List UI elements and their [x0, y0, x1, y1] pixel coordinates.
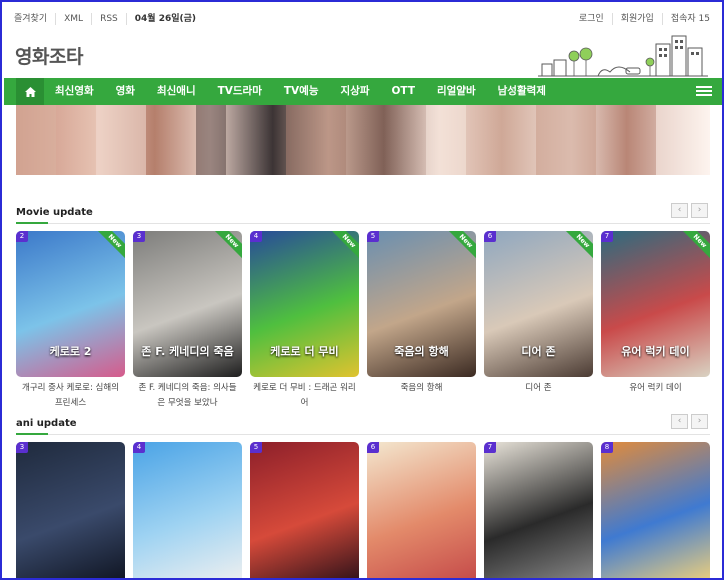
new-ribbon: New — [328, 231, 359, 262]
poster-image[interactable]: 6 New 디어 존 — [484, 231, 593, 377]
ani-section-title: ani update — [16, 418, 77, 429]
home-icon — [24, 86, 36, 97]
nav-item-ott[interactable]: OTT — [380, 78, 426, 105]
poster-title-art: 케로로 2 — [49, 345, 92, 358]
bookmark-link[interactable]: 즐겨찾기 — [14, 13, 57, 25]
current-date: 04월 26일(금) — [134, 14, 197, 24]
new-ribbon: New — [679, 231, 710, 262]
rank-badge: 3 — [133, 231, 145, 242]
card-title[interactable]: 개구리 중사 케로로: 심해의 프린세스 — [16, 381, 125, 411]
new-ribbon: New — [211, 231, 242, 262]
poster-image[interactable]: 7 — [484, 442, 593, 578]
ani-next-button[interactable]: › — [691, 414, 708, 429]
poster-image[interactable]: 7 New 유어 럭키 데이 — [601, 231, 710, 377]
login-link[interactable]: 로그인 — [579, 13, 613, 25]
poster-image[interactable]: 3 — [16, 442, 125, 578]
movie-card[interactable]: 4 New 케로로 더 무비케로로 더 무비 : 드래곤 워리어 — [250, 231, 359, 411]
poster-image[interactable]: 3 New 존 F. 케네디의 죽음 — [133, 231, 242, 377]
nav-item-supplement[interactable]: 남성활력제 — [487, 78, 557, 105]
ani-card[interactable]: 6 — [367, 442, 476, 578]
rank-badge: 4 — [250, 231, 262, 242]
poster-image[interactable]: 5 — [250, 442, 359, 578]
nav-item-latest-movies[interactable]: 최신영화 — [44, 78, 105, 105]
ani-pager: ‹ › — [668, 414, 708, 429]
movie-card[interactable]: 6 New 디어 존 디어 존 — [484, 231, 593, 411]
rank-badge: 7 — [601, 231, 613, 242]
ani-prev-button[interactable]: ‹ — [671, 414, 688, 429]
movie-card[interactable]: 2 New 케로로 2 개구리 중사 케로로: 심해의 프린세스 — [16, 231, 125, 411]
movie-card[interactable]: 3 New 존 F. 케네디의 죽음존 F. 케네디의 죽음: 의사들은 무엇을 보… — [133, 231, 242, 411]
new-ribbon: New — [445, 231, 476, 262]
ani-card-row: 3 4 5 6 7 8 — [16, 442, 710, 578]
movie-section-divider — [16, 222, 710, 224]
city-illustration — [538, 35, 708, 77]
ad-banner[interactable] — [16, 105, 710, 175]
signup-link[interactable]: 회원가입 — [613, 13, 663, 25]
movie-card-row: 2 New 케로로 2 개구리 중사 케로로: 심해의 프린세스 3 New 존 F. 케네… — [16, 231, 710, 411]
poster-title-art: 케로로 더 무비 — [270, 345, 339, 358]
xml-link[interactable]: XML — [56, 13, 93, 25]
top-utility-bar: 즐겨찾기 XML RSS 04월 26일(금) 로그인 회원가입 접속자 15 — [2, 2, 722, 36]
poster-image[interactable]: 6 — [367, 442, 476, 578]
browser-frame: 즐겨찾기 XML RSS 04월 26일(금) 로그인 회원가입 접속자 15 … — [0, 0, 724, 580]
poster-image[interactable]: 4 — [133, 442, 242, 578]
movie-next-button[interactable]: › — [691, 203, 708, 218]
card-title[interactable]: 케로로 더 무비 : 드래곤 워리어 — [250, 381, 359, 411]
rank-badge: 5 — [367, 231, 379, 242]
rank-badge: 6 — [484, 231, 496, 242]
rank-badge: 6 — [367, 442, 379, 453]
new-ribbon: New — [562, 231, 593, 262]
poster-image[interactable]: 2 New 케로로 2 — [16, 231, 125, 377]
movie-card[interactable]: 7 New 유어 럭키 데이 유어 럭키 데이 — [601, 231, 710, 411]
movie-pager: ‹ › — [668, 203, 708, 218]
visitor-count[interactable]: 접속자 15 — [663, 13, 710, 25]
card-title[interactable]: 존 F. 케네디의 죽음: 의사들은 무엇을 보았나 — [133, 381, 242, 411]
ani-card[interactable]: 4 — [133, 442, 242, 578]
new-ribbon: New — [94, 231, 125, 262]
main-nav: 최신영화 영화 최신애니 TV드라마 TV예능 지상파 OTT 리얼얄바 남성활… — [4, 78, 722, 105]
nav-item-movies[interactable]: 영화 — [105, 78, 146, 105]
movie-prev-button[interactable]: ‹ — [671, 203, 688, 218]
hamburger-icon[interactable] — [696, 84, 712, 98]
poster-title-art: 죽음의 항해 — [394, 345, 449, 358]
top-left-links: 즐겨찾기 XML RSS 04월 26일(금) — [14, 13, 196, 25]
card-title[interactable]: 죽음의 항해 — [367, 381, 476, 396]
rss-link[interactable]: RSS — [92, 13, 127, 25]
nav-item-tv-drama[interactable]: TV드라마 — [207, 78, 273, 105]
poster-title-art: 디어 존 — [521, 345, 556, 358]
rank-badge: 3 — [16, 442, 28, 453]
nav-item-broadcast[interactable]: 지상파 — [330, 78, 381, 105]
movie-section-title: Movie update — [16, 207, 93, 218]
nav-home-button[interactable] — [16, 78, 44, 105]
poster-image[interactable]: 8 — [601, 442, 710, 578]
ani-card[interactable]: 7 — [484, 442, 593, 578]
ani-card[interactable]: 5 — [250, 442, 359, 578]
top-right-links: 로그인 회원가입 접속자 15 — [579, 13, 710, 25]
card-title[interactable]: 디어 존 — [484, 381, 593, 396]
rank-badge: 4 — [133, 442, 145, 453]
rank-badge: 7 — [484, 442, 496, 453]
poster-title-art: 존 F. 케네디의 죽음 — [141, 345, 234, 358]
site-logo[interactable]: 영화조타 — [15, 42, 83, 69]
card-title[interactable]: 유어 럭키 데이 — [601, 381, 710, 396]
nav-item-real[interactable]: 리얼얄바 — [426, 78, 487, 105]
poster-title-art: 유어 럭키 데이 — [621, 345, 690, 358]
nav-item-latest-anime[interactable]: 최신애니 — [146, 78, 207, 105]
rank-badge: 5 — [250, 442, 262, 453]
movie-card[interactable]: 5 New 죽음의 항해 죽음의 항해 — [367, 231, 476, 411]
ani-card[interactable]: 3 — [16, 442, 125, 578]
ani-card[interactable]: 8 — [601, 442, 710, 578]
nav-item-tv-variety[interactable]: TV예능 — [273, 78, 330, 105]
rank-badge: 2 — [16, 231, 28, 242]
ani-section-divider — [16, 433, 710, 435]
rank-badge: 8 — [601, 442, 613, 453]
poster-image[interactable]: 4 New 케로로 더 무비 — [250, 231, 359, 377]
poster-image[interactable]: 5 New 죽음의 항해 — [367, 231, 476, 377]
